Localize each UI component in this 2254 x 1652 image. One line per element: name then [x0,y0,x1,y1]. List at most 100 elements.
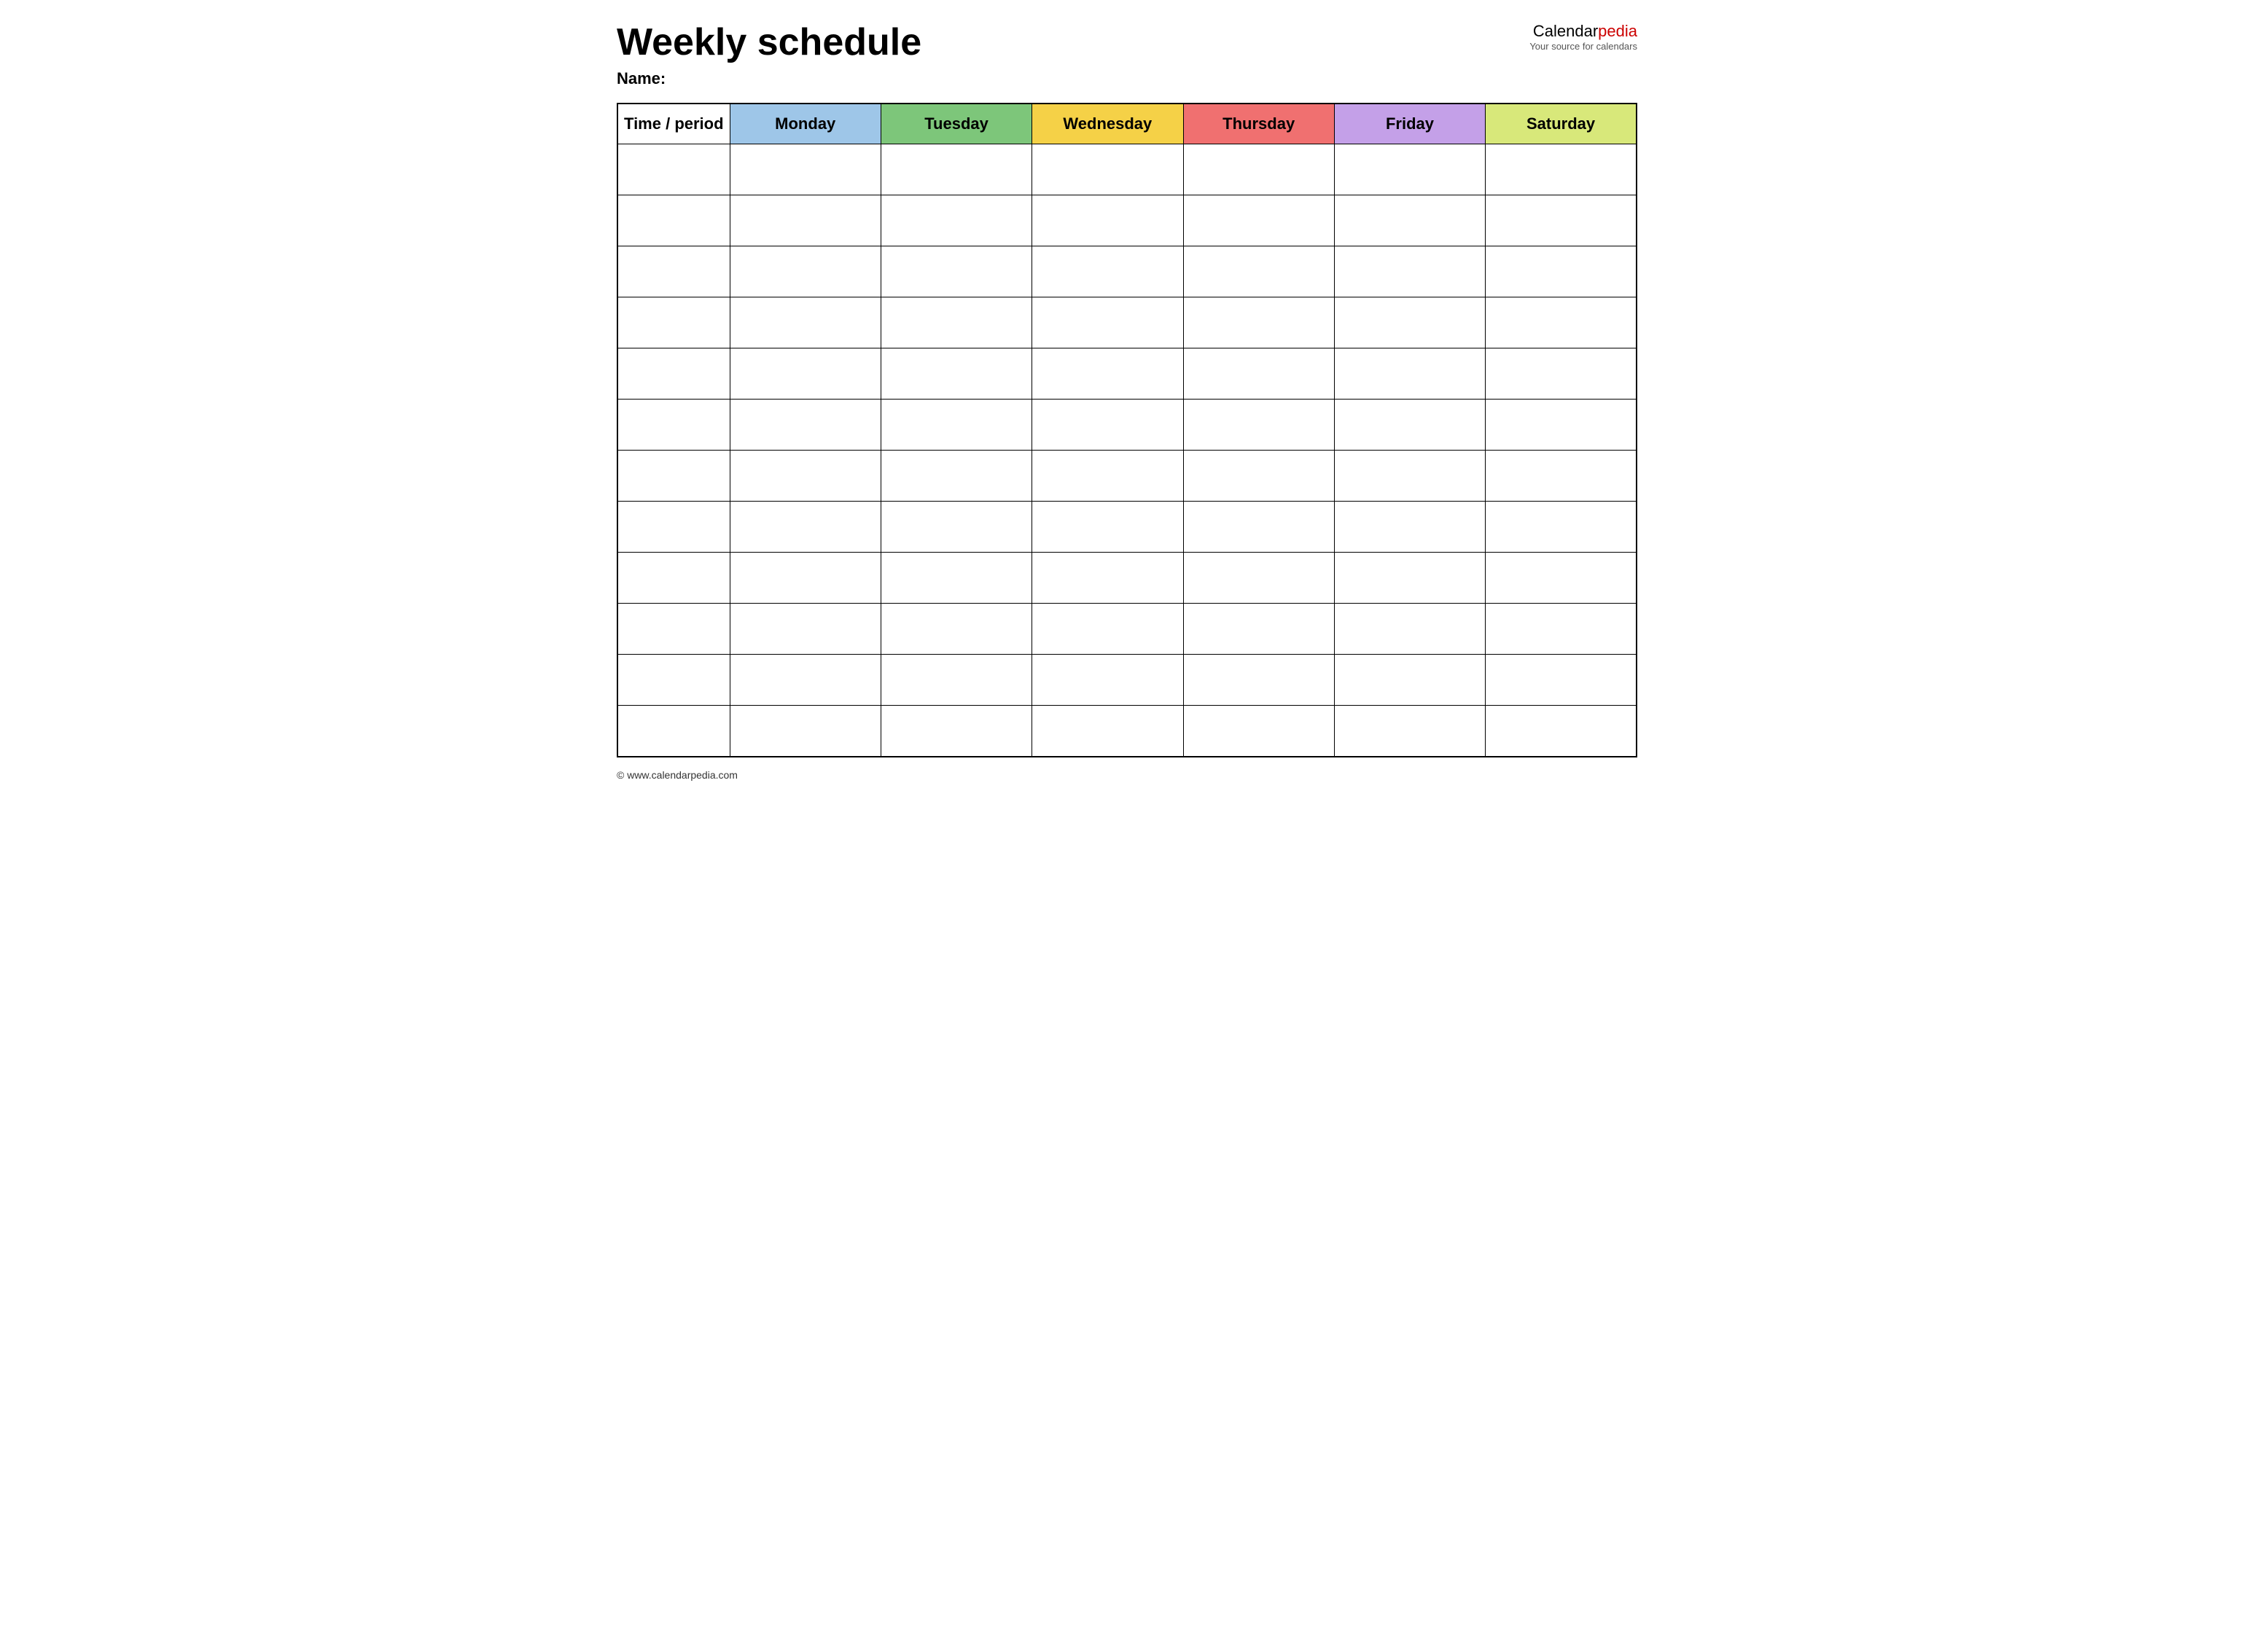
schedule-cell[interactable] [1334,451,1485,502]
col-header-friday: Friday [1334,104,1485,144]
schedule-cell[interactable] [1486,348,1637,400]
schedule-cell[interactable] [1032,297,1183,348]
schedule-cell[interactable] [1486,144,1637,195]
schedule-cell[interactable] [1486,502,1637,553]
table-row [617,246,1637,297]
schedule-cell[interactable] [1334,246,1485,297]
schedule-cell[interactable] [730,502,881,553]
schedule-cell[interactable] [1334,502,1485,553]
schedule-cell[interactable] [1183,195,1334,246]
schedule-cell[interactable] [730,144,881,195]
schedule-cell[interactable] [1032,144,1183,195]
schedule-cell[interactable] [1486,451,1637,502]
schedule-cell[interactable] [1486,297,1637,348]
time-cell[interactable] [617,553,730,604]
schedule-cell[interactable] [1334,400,1485,451]
schedule-cell[interactable] [881,348,1032,400]
schedule-cell[interactable] [1183,451,1334,502]
name-label: Name: [617,69,1529,88]
schedule-cell[interactable] [1183,348,1334,400]
schedule-cell[interactable] [730,706,881,757]
schedule-cell[interactable] [881,451,1032,502]
table-row [617,195,1637,246]
schedule-cell[interactable] [1486,655,1637,706]
schedule-cell[interactable] [730,400,881,451]
schedule-cell[interactable] [730,553,881,604]
schedule-cell[interactable] [1183,553,1334,604]
time-cell[interactable] [617,400,730,451]
schedule-cell[interactable] [730,348,881,400]
schedule-cell[interactable] [1486,706,1637,757]
time-cell[interactable] [617,144,730,195]
time-cell[interactable] [617,297,730,348]
col-header-tuesday: Tuesday [881,104,1032,144]
schedule-cell[interactable] [1032,604,1183,655]
time-cell[interactable] [617,451,730,502]
schedule-cell[interactable] [730,655,881,706]
schedule-cell[interactable] [1032,502,1183,553]
schedule-cell[interactable] [881,706,1032,757]
schedule-cell[interactable] [881,655,1032,706]
schedule-cell[interactable] [1183,502,1334,553]
schedule-cell[interactable] [1334,348,1485,400]
schedule-cell[interactable] [1032,706,1183,757]
schedule-cell[interactable] [1032,195,1183,246]
schedule-cell[interactable] [881,246,1032,297]
schedule-cell[interactable] [1183,144,1334,195]
schedule-cell[interactable] [881,604,1032,655]
time-cell[interactable] [617,706,730,757]
schedule-cell[interactable] [1183,297,1334,348]
time-cell[interactable] [617,604,730,655]
page-wrapper: Weekly schedule Name: Calendarpedia Your… [617,22,1637,781]
schedule-cell[interactable] [1183,400,1334,451]
col-header-thursday: Thursday [1183,104,1334,144]
schedule-cell[interactable] [1032,348,1183,400]
schedule-cell[interactable] [1334,144,1485,195]
schedule-cell[interactable] [1032,400,1183,451]
schedule-cell[interactable] [1183,706,1334,757]
time-cell[interactable] [617,655,730,706]
table-header-row: Time / period Monday Tuesday Wednesday T… [617,104,1637,144]
schedule-cell[interactable] [881,144,1032,195]
page-title: Weekly schedule [617,22,1529,63]
table-row [617,400,1637,451]
schedule-cell[interactable] [1486,195,1637,246]
schedule-cell[interactable] [1183,246,1334,297]
schedule-cell[interactable] [1032,553,1183,604]
schedule-cell[interactable] [881,195,1032,246]
schedule-cell[interactable] [1334,604,1485,655]
page-header: Weekly schedule Name: Calendarpedia Your… [617,22,1637,88]
schedule-cell[interactable] [1334,706,1485,757]
schedule-cell[interactable] [730,195,881,246]
schedule-cell[interactable] [881,553,1032,604]
table-row [617,604,1637,655]
schedule-cell[interactable] [1334,553,1485,604]
schedule-cell[interactable] [1486,246,1637,297]
time-cell[interactable] [617,195,730,246]
schedule-cell[interactable] [1032,451,1183,502]
schedule-cell[interactable] [1183,655,1334,706]
schedule-cell[interactable] [1334,195,1485,246]
time-cell[interactable] [617,246,730,297]
schedule-cell[interactable] [881,297,1032,348]
schedule-cell[interactable] [730,451,881,502]
schedule-cell[interactable] [1486,553,1637,604]
table-row [617,297,1637,348]
schedule-cell[interactable] [1183,604,1334,655]
schedule-cell[interactable] [1486,400,1637,451]
schedule-cell[interactable] [730,246,881,297]
schedule-cell[interactable] [881,502,1032,553]
schedule-cell[interactable] [1486,604,1637,655]
schedule-cell[interactable] [881,400,1032,451]
schedule-cell[interactable] [1032,246,1183,297]
schedule-cell[interactable] [1334,297,1485,348]
logo-text: Calendarpedia [1529,22,1637,41]
schedule-cell[interactable] [730,297,881,348]
schedule-cell[interactable] [1334,655,1485,706]
logo-subtitle: Your source for calendars [1529,41,1637,52]
schedule-cell[interactable] [730,604,881,655]
schedule-cell[interactable] [1032,655,1183,706]
time-cell[interactable] [617,348,730,400]
time-cell[interactable] [617,502,730,553]
col-header-monday: Monday [730,104,881,144]
